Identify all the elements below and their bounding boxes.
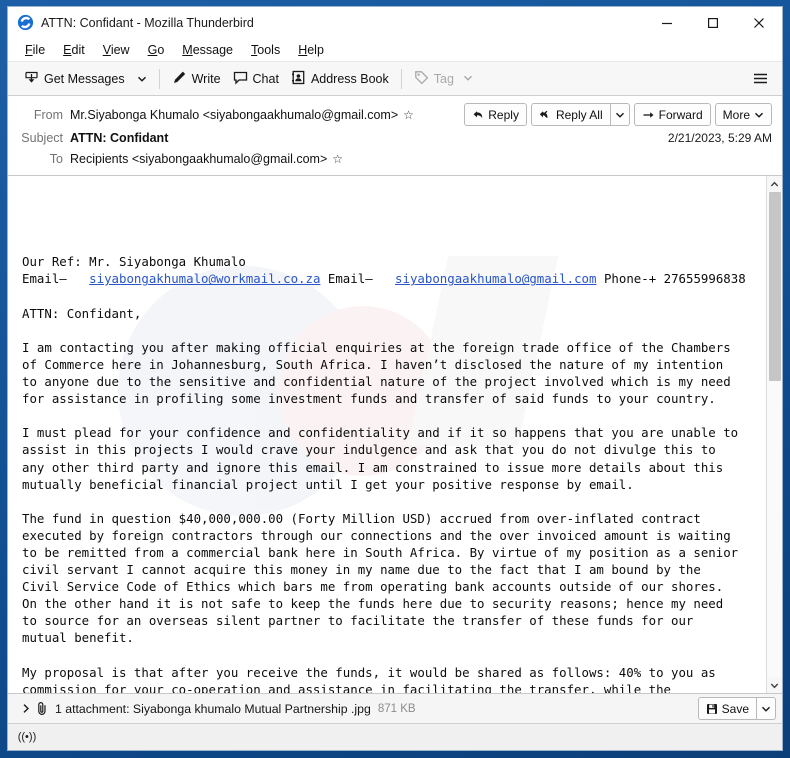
write-label: Write [191, 71, 221, 86]
menu-edit[interactable]: Edit [54, 41, 94, 59]
window-title: ATTN: Confidant - Mozilla Thunderbird [41, 15, 254, 30]
reply-button[interactable]: Reply [464, 103, 527, 126]
main-toolbar: Get Messages Write Chat Address Book Tag [8, 62, 782, 96]
tag-icon [414, 70, 429, 88]
save-disk-icon [706, 703, 717, 714]
pencil-icon [172, 70, 187, 88]
message-paragraph-4: My proposal is that after you receive th… [22, 664, 716, 693]
menu-view[interactable]: View [94, 41, 139, 59]
menu-file[interactable]: File [16, 41, 54, 59]
message-date: 2/21/2023, 5:29 AM [667, 130, 772, 145]
thunderbird-window: ATTN: Confidant - Mozilla Thunderbird Fi… [7, 6, 783, 751]
subject-value: ATTN: Confidant [70, 130, 169, 145]
scroll-up-chevron-up-icon[interactable] [767, 176, 783, 192]
star-icon[interactable]: ☆ [332, 152, 343, 166]
address-book-button[interactable]: Address Book [285, 67, 395, 91]
maximize-icon[interactable] [690, 7, 736, 38]
star-icon[interactable]: ☆ [403, 108, 414, 122]
get-messages-dropdown[interactable] [131, 71, 153, 87]
paperclip-icon [36, 701, 49, 716]
tag-button[interactable]: Tag [408, 67, 479, 91]
hamburger-menu-icon[interactable] [747, 68, 774, 89]
from-value[interactable]: Mr.Siyabonga Khumalo <siyabongaakhumalo@… [70, 108, 414, 122]
tag-label: Tag [433, 71, 454, 86]
chat-button[interactable]: Chat [227, 67, 285, 91]
chat-bubble-icon [233, 70, 248, 88]
status-bar: ((•)) [8, 724, 782, 750]
reply-all-dropdown[interactable] [610, 103, 630, 126]
message-paragraph-2: I must plead for your confidence and con… [22, 425, 739, 492]
message-scrollbar[interactable] [766, 176, 782, 693]
email-label-1: Email— [22, 271, 67, 287]
message-paragraph-1: I am contacting you after making officia… [22, 339, 731, 407]
from-address-text: Mr.Siyabonga Khumalo <siyabongaakhumalo@… [70, 107, 399, 122]
message-body-text: Our Ref: Mr. Siyabonga Khumalo Email— si… [8, 176, 766, 693]
desktop-background: ATTN: Confidant - Mozilla Thunderbird Fi… [0, 0, 790, 758]
to-value[interactable]: Recipients <siyabongaakhumalo@gmail.com>… [70, 152, 343, 166]
window-titlebar: ATTN: Confidant - Mozilla Thunderbird [8, 7, 782, 38]
tag-dropdown-chevron-down-icon[interactable] [463, 72, 473, 86]
reply-arrow-icon [473, 110, 483, 118]
more-button[interactable]: More [714, 103, 772, 126]
scrollbar-thumb[interactable] [768, 192, 781, 382]
reply-all-button[interactable]: Reply All [530, 103, 611, 126]
get-messages-button[interactable]: Get Messages [18, 67, 131, 91]
phone-number: Phone-+ 27655996838 [603, 271, 746, 287]
scroll-down-chevron-down-icon[interactable] [767, 677, 783, 693]
header-row-from: From Mr.Siyabonga Khumalo <siyabongaakhu… [8, 102, 782, 127]
more-label: More [722, 107, 750, 122]
address-book-label: Address Book [310, 71, 389, 86]
from-label: From [33, 107, 63, 122]
reply-label: Reply [488, 107, 519, 122]
message-salutation: ATTN: Confidant, [22, 305, 142, 321]
save-attachment-button[interactable]: Save [697, 697, 757, 720]
forward-label: Forward [658, 107, 703, 122]
email-link-workmail[interactable]: siyabongakhumalo@workmail.co.za [89, 271, 320, 286]
message-action-buttons: Reply Reply All Forward More [460, 103, 772, 126]
save-label: Save [721, 701, 749, 716]
chevron-down-icon [761, 706, 771, 712]
to-address-text: Recipients <siyabongaakhumalo@gmail.com> [70, 151, 328, 166]
menu-go[interactable]: Go [139, 41, 174, 59]
toolbar-separator [158, 68, 160, 89]
email-link-gmail[interactable]: siyabongaakhumalo@gmail.com [395, 271, 596, 286]
close-icon[interactable] [736, 7, 782, 38]
to-label: To [49, 151, 63, 166]
attachment-bar: 1 attachment: Siyabonga khumalo Mutual P… [8, 694, 782, 724]
toolbar-separator-2 [400, 68, 402, 89]
attachment-name[interactable]: 1 attachment: Siyabonga khumalo Mutual P… [55, 702, 371, 716]
download-inbox-icon [24, 70, 39, 88]
message-paragraph-3: The fund in question $40,000,000.00 (For… [22, 510, 739, 646]
menu-help[interactable]: Help [289, 41, 333, 59]
message-date-wrap: 2/21/2023, 5:29 AM [668, 131, 772, 145]
get-messages-label: Get Messages [44, 71, 125, 86]
reply-all-arrow-icon [539, 110, 548, 118]
menu-message[interactable]: Message [173, 41, 242, 59]
email-label-2: Email— [327, 271, 373, 287]
minimize-icon[interactable] [644, 7, 690, 38]
subject-label: Subject [21, 130, 63, 145]
attachment-size: 871 KB [377, 702, 416, 715]
address-book-icon [291, 70, 306, 88]
scrollbar-track[interactable] [766, 192, 782, 677]
header-row-subject: Subject ATTN: Confidant 2/21/2023, 5:29 … [8, 127, 782, 148]
write-button[interactable]: Write [166, 67, 227, 91]
thunderbird-logo-icon [17, 14, 34, 31]
chevron-down-icon [615, 112, 624, 118]
forward-arrow-icon [643, 111, 654, 118]
menu-tools[interactable]: Tools [242, 41, 289, 59]
forward-button[interactable]: Forward [633, 103, 711, 126]
broadcast-icon[interactable]: ((•)) [14, 727, 40, 747]
menubar: File Edit View Go Message Tools Help [8, 38, 782, 62]
reply-all-label: Reply All [555, 107, 603, 122]
header-row-to: To Recipients <siyabongaakhumalo@gmail.c… [8, 148, 782, 169]
chevron-down-icon [137, 76, 146, 82]
save-attachment-dropdown[interactable] [757, 697, 776, 720]
message-header-pane: From Mr.Siyabonga Khumalo <siyabongaakhu… [8, 96, 782, 176]
chat-label: Chat [252, 71, 279, 86]
attachment-expand-chevron-right-icon[interactable] [18, 703, 34, 714]
message-ref-line: Our Ref: Mr. Siyabonga Khumalo [22, 254, 246, 270]
chevron-down-icon [754, 112, 764, 118]
message-body-pane: Our Ref: Mr. Siyabonga Khumalo Email— si… [8, 176, 782, 694]
